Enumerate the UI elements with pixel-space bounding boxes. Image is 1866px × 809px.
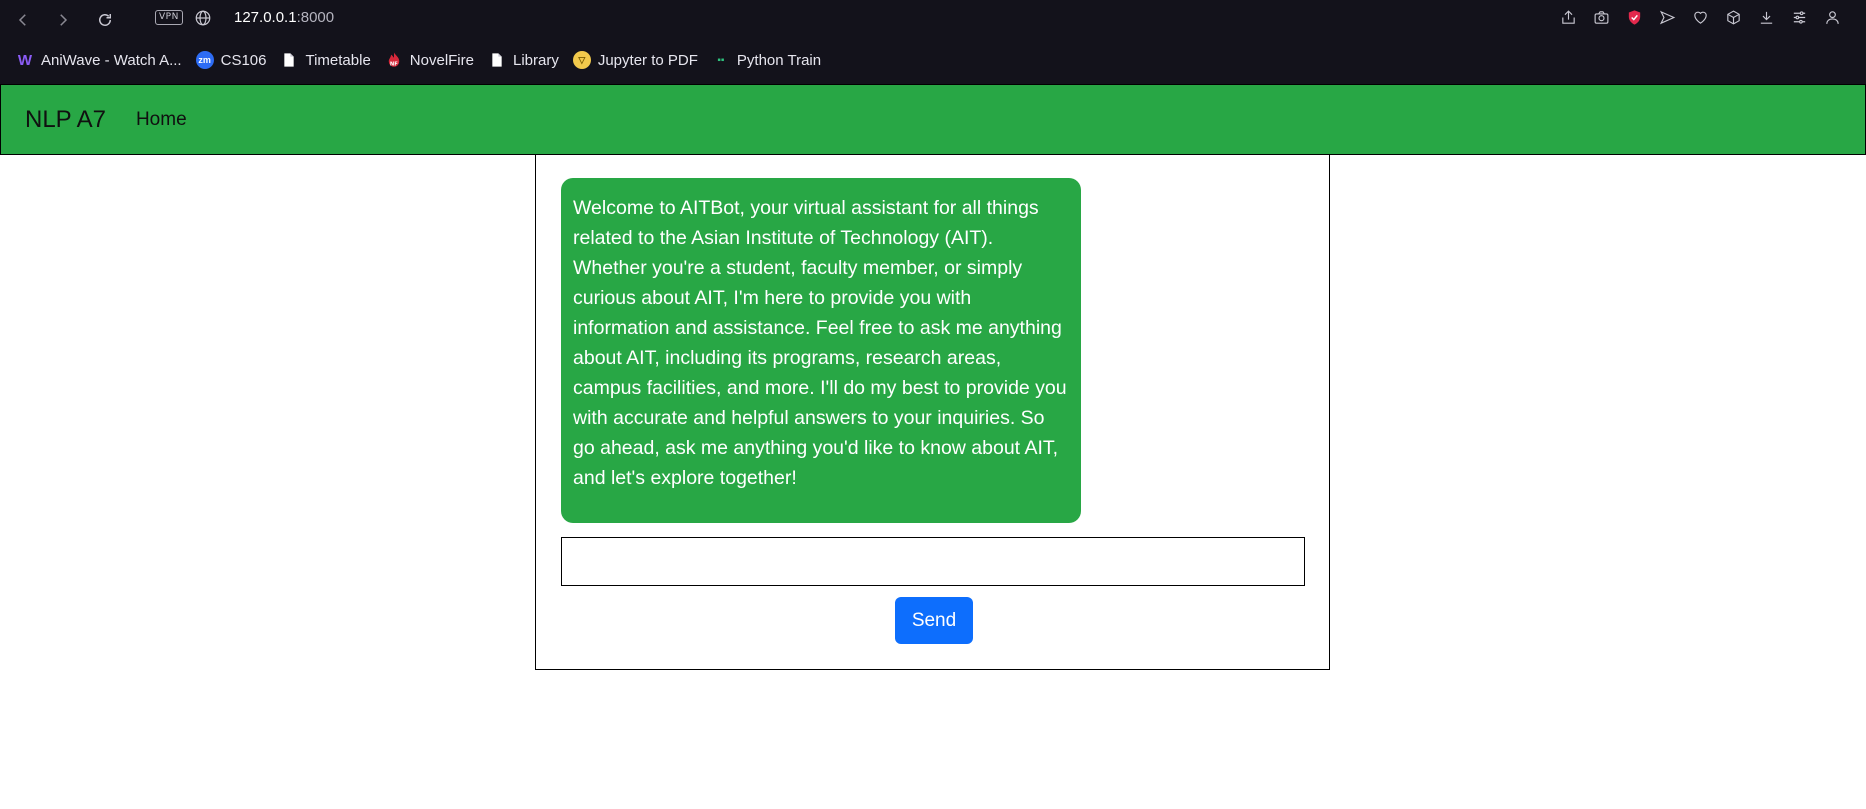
bookmark-python-train[interactable]: ▪▪ Python Train: [712, 51, 821, 69]
profile-icon[interactable]: [1823, 8, 1842, 27]
bookmark-library[interactable]: Library: [488, 51, 559, 69]
chat-container: Welcome to AITBot, your virtual assistan…: [535, 155, 1330, 670]
bookmark-aniwave[interactable]: W AniWave - Watch A...: [16, 51, 182, 69]
bookmark-label: NovelFire: [409, 51, 474, 69]
forward-icon[interactable]: [51, 8, 75, 32]
download-icon[interactable]: [1757, 8, 1776, 27]
svg-text:NF: NF: [390, 61, 398, 67]
toolbar-icons: [1559, 8, 1842, 27]
sliders-icon[interactable]: [1790, 8, 1809, 27]
bookmark-label: CS106: [220, 51, 267, 69]
file-icon: [488, 51, 506, 69]
bot-message-bubble: Welcome to AITBot, your virtual assistan…: [561, 178, 1081, 523]
zoom-icon: zm: [195, 51, 214, 69]
reload-icon[interactable]: [93, 8, 117, 32]
bookmark-label: Library: [512, 51, 559, 69]
cube-icon[interactable]: [1724, 8, 1743, 27]
url-port: :8000: [296, 9, 335, 26]
message-input[interactable]: [561, 537, 1305, 586]
bookmark-label: Timetable: [305, 51, 371, 69]
send-button[interactable]: Send: [895, 597, 973, 644]
bookmark-jupyter-to-pdf[interactable]: ▽ Jupyter to PDF: [572, 51, 698, 69]
vpn-badge[interactable]: VPN: [155, 10, 183, 25]
url-text[interactable]: 127.0.0.1:8000: [234, 9, 334, 26]
python-train-icon: ▪▪: [717, 54, 725, 66]
shield-icon[interactable]: [1625, 8, 1644, 27]
back-icon[interactable]: [11, 8, 35, 32]
file-icon: [280, 51, 298, 69]
globe-icon[interactable]: [194, 9, 212, 27]
bookmark-label: Jupyter to PDF: [597, 51, 698, 69]
camera-icon[interactable]: [1592, 8, 1611, 27]
bookmark-novelfire[interactable]: NF NovelFire: [385, 51, 474, 69]
bookmark-label: AniWave - Watch A...: [41, 51, 182, 69]
navbar-brand[interactable]: NLP A7: [25, 106, 106, 134]
address-bar: VPN 127.0.0.1:8000: [0, 0, 1866, 40]
nav-link-home[interactable]: Home: [136, 109, 187, 131]
aniwave-icon: W: [17, 51, 33, 69]
bookmark-label: Python Train: [736, 51, 822, 69]
share-icon[interactable]: [1559, 8, 1578, 27]
bookmark-timetable[interactable]: Timetable: [280, 51, 371, 69]
send-arrow-icon[interactable]: [1658, 8, 1677, 27]
novelfire-icon: NF: [385, 51, 403, 69]
url-host: 127.0.0.1: [234, 9, 297, 26]
bookmarks-bar: W AniWave - Watch A... zm CS106 Timetabl…: [0, 46, 821, 74]
jupyter-icon: ▽: [572, 51, 591, 69]
browser-chrome: VPN 127.0.0.1:8000 W AniWave - Watch A..…: [0, 0, 1866, 84]
heart-icon[interactable]: [1691, 8, 1710, 27]
app-navbar: NLP A7 Home: [0, 84, 1866, 155]
bookmark-cs106[interactable]: zm CS106: [195, 51, 267, 69]
